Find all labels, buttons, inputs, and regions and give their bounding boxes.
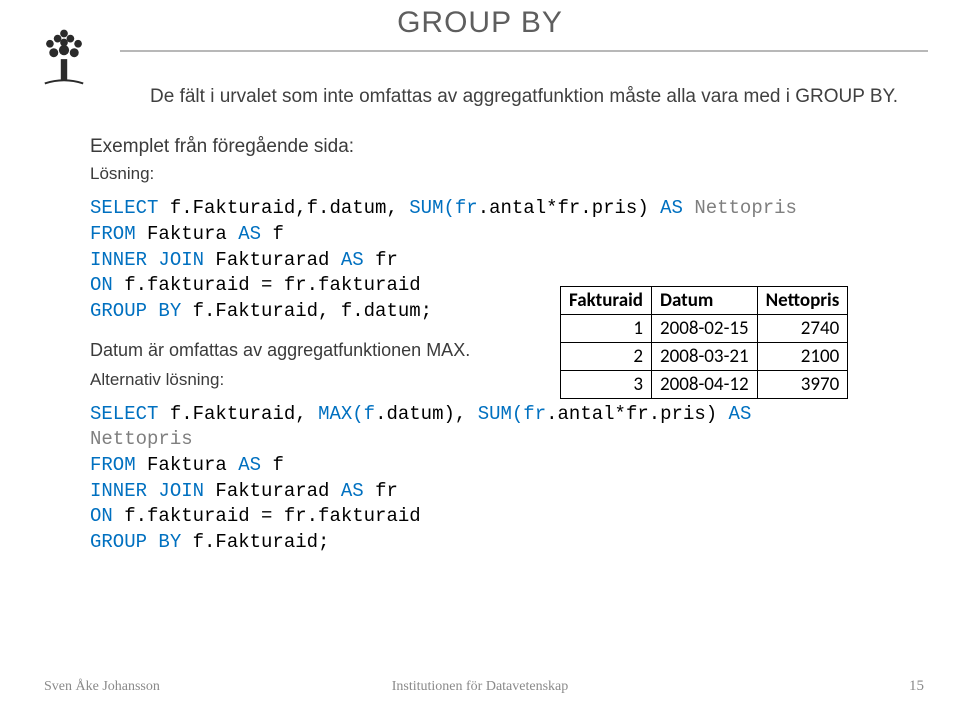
code-text: f [261, 223, 284, 245]
table-row: 2 2008-03-21 2100 [561, 343, 848, 371]
kw-max: MAX(f [318, 403, 375, 425]
kw-from: FROM [90, 454, 136, 476]
footer: Sven Åke Johansson Institutionen för Dat… [0, 679, 960, 695]
slide: GROUP BY De fält i urvalet som inte omfa… [0, 0, 960, 717]
cell: 3 [561, 371, 652, 399]
kw-on: ON [90, 274, 113, 296]
cell: 2008-04-12 [651, 371, 757, 399]
footer-author: Sven Åke Johansson [44, 679, 160, 695]
code-text: f.Fakturaid, [158, 403, 318, 425]
solution-label: Lösning: [90, 163, 910, 186]
kw-on: ON [90, 505, 113, 527]
cell: 3970 [757, 371, 848, 399]
code-text: f.Fakturaid,f.datum, [158, 197, 409, 219]
kw-as: AS [238, 454, 261, 476]
cell: 1 [561, 315, 652, 343]
code-text: Fakturarad [204, 249, 341, 271]
alias: Nettopris [694, 197, 797, 219]
code-text: f.Fakturaid, f.datum; [181, 300, 432, 322]
cell: 2740 [757, 315, 848, 343]
footer-page-number: 15 [909, 678, 924, 695]
kw-select: SELECT [90, 403, 158, 425]
kw-innerjoin: INNER JOIN [90, 480, 204, 502]
alias: Nettopris [90, 428, 193, 450]
kw-as: AS [717, 403, 751, 425]
code-text: .datum), [375, 403, 478, 425]
result-table: Fakturaid Datum Nettopris 1 2008-02-15 2… [560, 286, 848, 399]
kw-as: AS [341, 480, 364, 502]
code-text: fr [364, 249, 398, 271]
kw-groupby: GROUP BY [90, 531, 181, 553]
kw-sum: SUM(fr [409, 197, 477, 219]
code-text: Faktura [136, 454, 239, 476]
code-text: f [261, 454, 284, 476]
code-text: .antal*fr.pris) [478, 197, 649, 219]
code-text: f.Fakturaid; [181, 531, 329, 553]
table-header-row: Fakturaid Datum Nettopris [561, 287, 848, 315]
code-text: fr [364, 480, 398, 502]
cell: 2008-02-15 [651, 315, 757, 343]
table-row: 3 2008-04-12 3970 [561, 371, 848, 399]
cell: 2 [561, 343, 652, 371]
cell: 2008-03-21 [651, 343, 757, 371]
slide-title: GROUP BY [0, 6, 960, 40]
code-text: .antal*fr.pris) [546, 403, 717, 425]
kw-select: SELECT [90, 197, 158, 219]
kw-as: AS [341, 249, 364, 271]
cell: 2100 [757, 343, 848, 371]
example-label: Exemplet från föregående sida: [90, 134, 910, 160]
code-block-2: SELECT f.Fakturaid, MAX(f.datum), SUM(fr… [90, 402, 910, 556]
col-fakturaid: Fakturaid [561, 287, 652, 315]
kw-groupby: GROUP BY [90, 300, 181, 322]
code-text: f.fakturaid = fr.fakturaid [113, 505, 421, 527]
kw-from: FROM [90, 223, 136, 245]
col-nettopris: Nettopris [757, 287, 848, 315]
code-text: f.fakturaid = fr.fakturaid [113, 274, 421, 296]
intro-text: De fält i urvalet som inte omfattas av a… [90, 84, 910, 110]
kw-as: AS [238, 223, 261, 245]
kw-sum: SUM(fr [478, 403, 546, 425]
code-text: Fakturarad [204, 480, 341, 502]
title-underline [120, 50, 928, 52]
col-datum: Datum [651, 287, 757, 315]
kw-innerjoin: INNER JOIN [90, 249, 204, 271]
code-text: Faktura [136, 223, 239, 245]
kw-as: AS [649, 197, 695, 219]
table-row: 1 2008-02-15 2740 [561, 315, 848, 343]
